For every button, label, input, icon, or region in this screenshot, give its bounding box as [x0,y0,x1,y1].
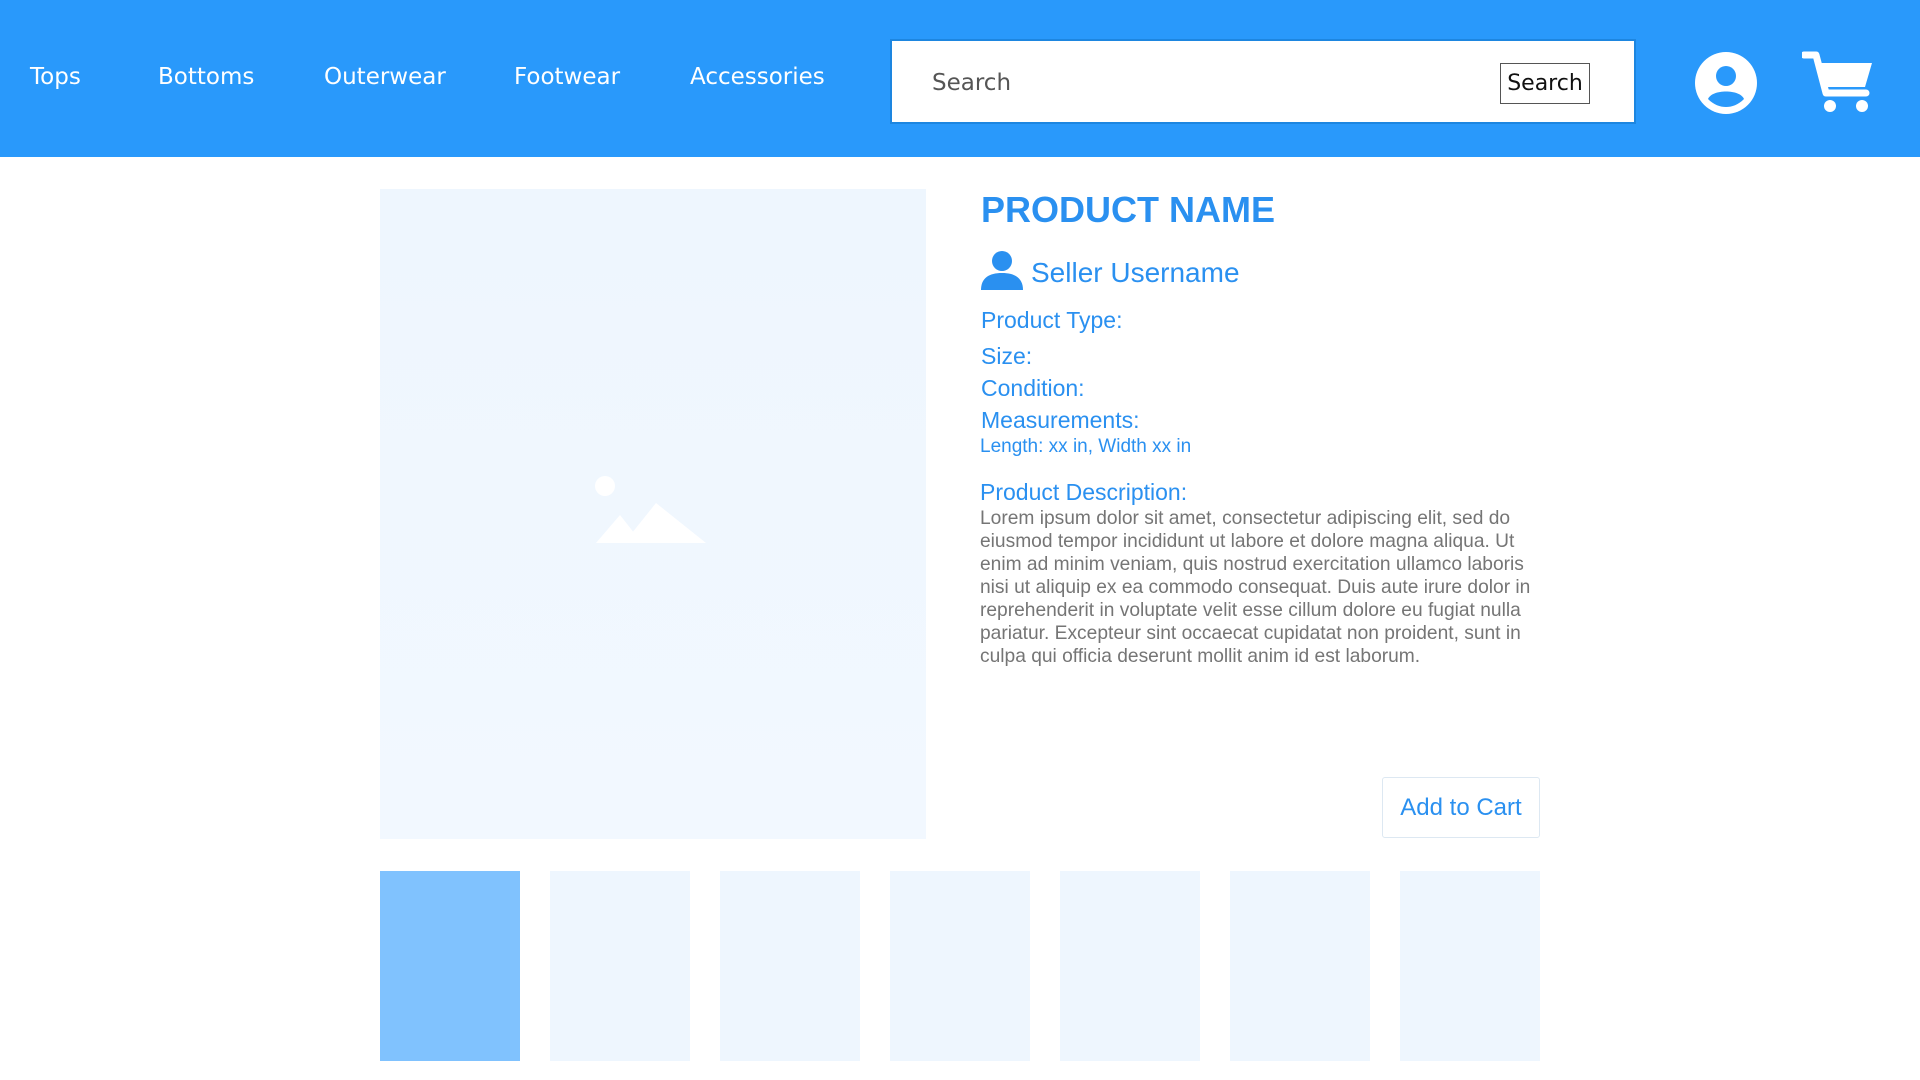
product-description: Lorem ipsum dolor sit amet, consectetur … [980,508,1531,667]
product-name: PRODUCT NAME [981,189,1275,230]
account-button[interactable] [1694,51,1758,115]
measurements-label: Measurements: [981,407,1140,433]
nav-link-tops[interactable]: Tops [30,66,81,89]
cart-button[interactable] [1800,49,1876,115]
account-circle-icon [1695,52,1757,114]
search-input[interactable] [932,61,1472,105]
nav-link-outerwear[interactable]: Outerwear [324,66,446,89]
search-box: Search [890,39,1636,124]
thumbnail-3[interactable] [720,871,860,1061]
seller-link[interactable]: Seller Username [981,250,1381,294]
shopping-cart-icon [1800,51,1872,112]
size-label: Size: [981,343,1033,369]
thumbnail-2[interactable] [550,871,690,1061]
nav-link-footwear[interactable]: Footwear [514,66,620,89]
thumbnail-7[interactable] [1400,871,1540,1061]
search-button[interactable]: Search [1500,63,1590,104]
main-product-image [380,189,926,839]
thumbnail-5[interactable] [1060,871,1200,1061]
measurements-value: Length: xx in, Width xx in [980,436,1192,457]
add-to-cart-button[interactable]: Add to Cart [1382,777,1540,838]
nav-link-accessories[interactable]: Accessories [690,66,825,89]
thumbnail-4[interactable] [890,871,1030,1061]
nav-link-bottoms[interactable]: Bottoms [158,66,254,89]
user-icon [981,251,1023,290]
top-navbar: Tops Bottoms Outerwear Footwear Accessor… [0,0,1920,157]
thumbnail-6[interactable] [1230,871,1370,1061]
seller-username: Seller Username [1031,257,1240,288]
thumbnail-1[interactable] [380,871,520,1061]
image-placeholder-icon [595,476,706,543]
description-label: Product Description: [980,479,1188,505]
product-type-label: Product Type: [981,307,1123,333]
condition-label: Condition: [981,375,1085,401]
